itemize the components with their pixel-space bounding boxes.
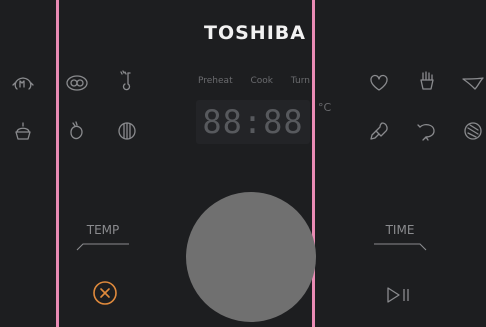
status-cook: Cook xyxy=(250,76,273,86)
control-knob[interactable] xyxy=(186,192,316,322)
cancel-icon[interactable] xyxy=(92,280,118,306)
time-underline xyxy=(372,236,428,251)
start-pause-icon[interactable] xyxy=(385,285,417,305)
status-turn: Turn xyxy=(290,76,310,86)
defrost-icon[interactable] xyxy=(10,70,36,96)
fries-icon[interactable] xyxy=(414,68,440,94)
brand-logo: TOSHIBA xyxy=(204,22,306,44)
accent-line-left xyxy=(56,0,59,327)
shrimp-icon[interactable] xyxy=(414,118,440,144)
celsius-unit: °C xyxy=(318,101,332,114)
wing-icon[interactable] xyxy=(460,70,486,96)
heart-icon[interactable] xyxy=(366,70,392,96)
chicken-leg-icon[interactable] xyxy=(366,118,392,144)
vegetable-icon[interactable] xyxy=(114,118,140,144)
temp-label[interactable]: TEMP xyxy=(73,223,133,237)
steak-icon[interactable] xyxy=(460,118,486,144)
cake-icon[interactable] xyxy=(10,118,36,144)
temp-underline xyxy=(75,236,131,251)
pizza-icon[interactable] xyxy=(64,70,90,96)
status-labels: Preheat Cook Turn xyxy=(198,76,310,86)
status-preheat: Preheat xyxy=(198,76,233,86)
time-display: 88:88 xyxy=(196,100,310,144)
time-label[interactable]: TIME xyxy=(370,223,430,237)
potato-icon[interactable] xyxy=(64,118,90,144)
temperature-icon[interactable] xyxy=(114,68,140,94)
